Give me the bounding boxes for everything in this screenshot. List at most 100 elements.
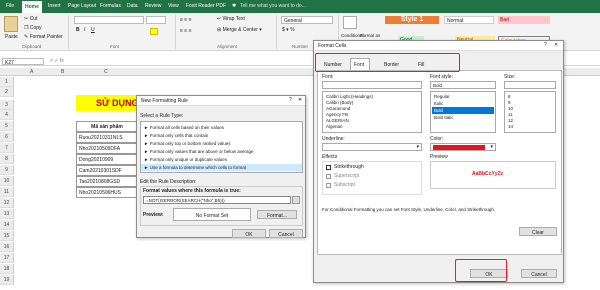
data-cell[interactable]: Nho20210506HUS [76, 187, 138, 198]
ok-button[interactable]: OK [232, 229, 266, 238]
tab-review[interactable]: Review [145, 3, 161, 9]
copy-button[interactable]: ❐ Copy [24, 26, 42, 31]
col-header[interactable]: B [61, 69, 64, 75]
superscript-checkbox[interactable] [326, 174, 331, 179]
rule-type-item[interactable]: ► Format only cells that contain [144, 133, 208, 138]
font-item[interactable]: Calibri (Body) [326, 100, 353, 105]
rule-type-item[interactable]: ► Format all cells based on their values [144, 125, 224, 130]
clear-button[interactable]: Clear [519, 227, 557, 236]
size-item[interactable]: 10 [508, 106, 513, 111]
font-style-item[interactable]: Bold Italic [434, 115, 454, 120]
banner-cell[interactable]: SỬ DỤNG [76, 95, 140, 111]
row-header[interactable]: 1 [0, 77, 14, 87]
tab-data[interactable]: Data [127, 3, 138, 9]
close-icon[interactable]: ✕ [298, 98, 302, 103]
font-item[interactable]: AGaramond [326, 106, 350, 111]
tab-page-layout[interactable]: Page Layout [68, 3, 96, 9]
font-style-input[interactable]: Bold [430, 81, 496, 89]
row-header[interactable]: 3 [0, 100, 14, 110]
col-header[interactable]: A [30, 69, 33, 75]
size-item[interactable]: 9 [508, 100, 511, 105]
conditional-formatting-icon[interactable] [343, 16, 357, 29]
font-style-item[interactable]: Regular [434, 94, 450, 99]
font-item[interactable]: Agency FB [326, 112, 348, 117]
style-1-swatch[interactable]: Style 1 [385, 16, 439, 24]
underline-button[interactable]: U [91, 28, 95, 33]
wrap-text-button[interactable]: ↵ Wrap Text [217, 17, 245, 22]
tell-me-box[interactable]: Tell me what you want to do... [240, 3, 306, 9]
rule-type-item-selected[interactable]: ► Use a formula to determine which cells… [141, 164, 302, 171]
align-left-icon[interactable]: ≡ ≡ ≡ [180, 29, 192, 34]
font-item[interactable]: Algerian [326, 124, 343, 129]
format-painter-button[interactable]: ✎ Format Painter [24, 35, 63, 40]
rule-type-item[interactable]: ► Format only unique or duplicate values [144, 157, 227, 162]
font-item[interactable]: ALGERIAN [326, 118, 349, 123]
format-button[interactable]: Format... [257, 210, 297, 219]
paste-icon[interactable] [4, 16, 18, 32]
row-header[interactable]: 16 [0, 242, 14, 252]
row-header[interactable]: 6 [0, 132, 14, 142]
fill-color-icon[interactable] [150, 28, 158, 35]
tab-file[interactable]: File [6, 3, 14, 9]
subscript-checkbox[interactable] [326, 183, 331, 188]
size-item[interactable]: 12 [508, 118, 513, 123]
row-header[interactable]: 10 [0, 176, 14, 186]
size-item[interactable]: 14 [508, 124, 513, 129]
row-header[interactable]: 4 [0, 110, 14, 120]
size-input[interactable] [504, 81, 556, 89]
color-dropdown[interactable]: ▾ [430, 143, 496, 151]
paste-label[interactable]: Paste [5, 35, 18, 40]
row-header[interactable]: 2 [0, 87, 14, 97]
align-top-icon[interactable]: ≡ ≡ ≡ [180, 18, 192, 23]
data-cell[interactable]: Nho20210509DFA [76, 143, 138, 154]
row-header[interactable]: 11 [0, 187, 14, 197]
row-header[interactable]: 7 [0, 143, 14, 153]
cancel-button[interactable]: Cancel [521, 269, 557, 278]
data-cell[interactable]: Dong20210909 [76, 154, 138, 165]
row-header[interactable]: 18 [0, 264, 14, 274]
font-input[interactable] [322, 81, 422, 89]
row-header[interactable]: 12 [0, 198, 14, 208]
row-header[interactable]: 9 [0, 165, 14, 175]
name-box[interactable]: K27 [2, 58, 44, 66]
bold-button[interactable]: B [76, 28, 80, 33]
tab-insert[interactable]: Insert [48, 3, 61, 9]
cancel-button[interactable]: Cancel [269, 229, 303, 238]
row-header[interactable]: 17 [0, 253, 14, 263]
rule-type-item[interactable]: ► Format only top or bottom ranked value… [144, 141, 231, 146]
style-normal[interactable]: Normal [444, 16, 494, 24]
strikethrough-checkbox[interactable] [326, 165, 331, 170]
format-as-table-button[interactable]: Format as [360, 33, 380, 39]
header-cell[interactable]: Mã sản phẩm [76, 121, 138, 132]
row-header[interactable]: 19 [0, 275, 14, 285]
size-item[interactable]: 8 [508, 94, 511, 99]
font-size-dropdown[interactable] [146, 16, 166, 24]
style-bad[interactable]: Bad [498, 16, 550, 24]
tab-formulas[interactable]: Formulas [100, 3, 121, 9]
font-item[interactable]: Calibri Light (Headings) [326, 94, 373, 99]
tab-view[interactable]: View [168, 3, 179, 9]
range-picker-icon[interactable] [292, 196, 300, 204]
size-item[interactable]: 11 [508, 112, 513, 117]
font-name-dropdown[interactable] [74, 16, 144, 24]
rule-type-item[interactable]: ► Format only values that are above or b… [144, 149, 254, 154]
cut-button[interactable]: ✂ Cut [24, 17, 37, 22]
help-icon[interactable]: ? [289, 98, 292, 103]
data-cell[interactable]: Cam20210301SDF [76, 165, 138, 176]
col-header[interactable]: C [104, 69, 108, 75]
formula-input[interactable]: =NOT(ISERROR(SEARCH("Nho",B5))) [143, 196, 291, 204]
data-cell[interactable]: Ruou20210311NLS [76, 132, 138, 143]
merge-center-button[interactable]: ⊞ Merge & Center ▾ [217, 28, 262, 33]
font-style-item[interactable]: Italic [434, 101, 443, 106]
tab-home[interactable]: Home [22, 1, 42, 13]
close-icon[interactable]: ✕ [554, 43, 558, 48]
tab-foxit[interactable]: Foxit Reader PDF [186, 3, 226, 9]
row-header[interactable]: 5 [0, 121, 14, 131]
italic-button[interactable]: I [84, 28, 85, 33]
row-header[interactable]: 8 [0, 154, 14, 164]
data-cell[interactable]: Tao20210808GSD [76, 176, 138, 187]
row-header[interactable]: 13 [0, 209, 14, 219]
underline-dropdown[interactable]: ▾ [322, 143, 422, 151]
row-header[interactable]: 14 [0, 220, 14, 230]
number-format-dropdown[interactable]: General [281, 16, 333, 24]
